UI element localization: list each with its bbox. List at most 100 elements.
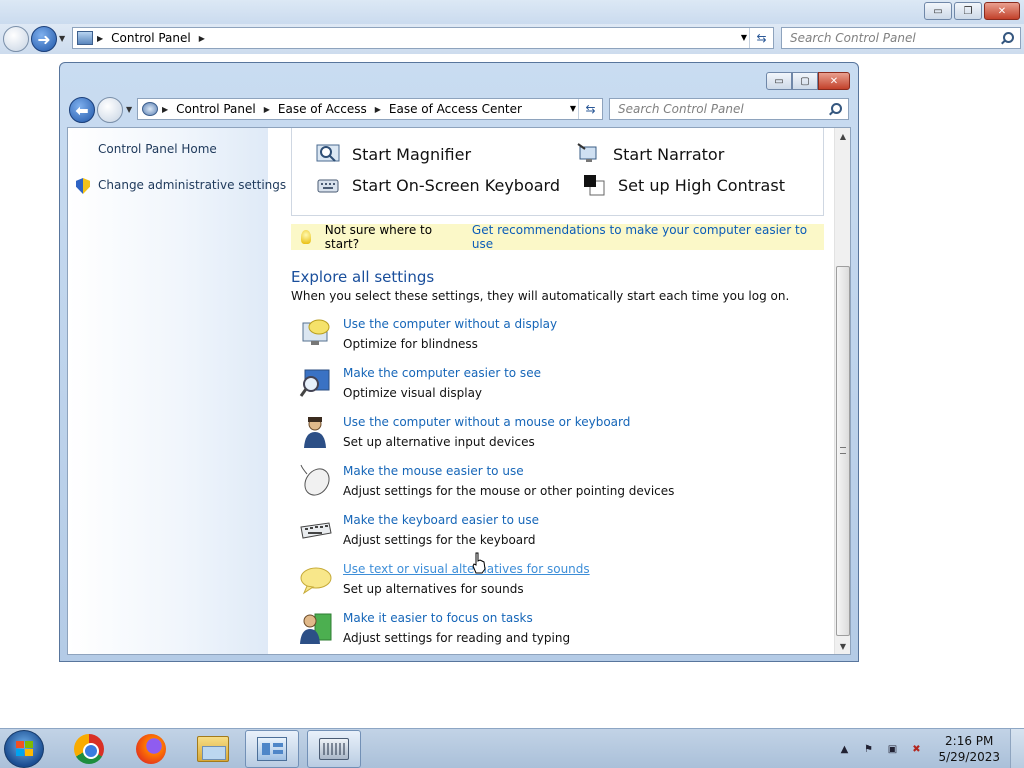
narrator-icon [577, 143, 597, 162]
window-client-area: Control Panel Home Change administrative… [67, 127, 851, 655]
vertical-scrollbar[interactable]: ▲ ▼ [834, 128, 850, 654]
taskbar-windows-explorer[interactable] [186, 730, 240, 768]
control-panel-home-link[interactable]: Control Panel Home [98, 142, 217, 156]
search-input[interactable]: Search Control Panel [609, 98, 849, 120]
person-icon [304, 417, 326, 448]
breadcrumb-control-panel[interactable]: Control Panel [176, 102, 256, 116]
bg-recent-pages-dropdown[interactable]: ▼ [59, 34, 65, 43]
uac-shield-icon [76, 178, 90, 194]
chevron-right-icon: ▶ [162, 104, 169, 114]
bg-back-button[interactable] [3, 26, 29, 52]
background-navbar: ➜ ▼ ▶ Control Panel ▶ ▼ ⇆ Search Control… [0, 24, 1024, 54]
get-recommendations-link[interactable]: Get recommendations to make your compute… [472, 223, 824, 251]
bg-forward-button[interactable]: ➜ [31, 26, 57, 52]
chevron-right-icon: ▶ [263, 104, 270, 114]
control-panel-icon [257, 737, 287, 761]
focus-on-tasks-link[interactable]: Make it easier to focus on tasks [343, 611, 533, 625]
taskbar-on-screen-keyboard[interactable] [307, 730, 361, 768]
show-hidden-icons-icon[interactable]: ▲ [836, 741, 852, 757]
action-center-flag-icon[interactable]: ⚑ [860, 741, 876, 757]
mouse-icon [300, 464, 330, 496]
main-content: Start Magnifier Start Narrator Start On-… [268, 128, 836, 654]
back-button[interactable]: ⬅ [69, 97, 95, 123]
bg-refresh-icon[interactable]: ⇆ [749, 28, 773, 48]
setting-description: Adjust settings for the mouse or other p… [343, 484, 675, 498]
close-button[interactable]: ✕ [818, 72, 850, 90]
setting-item: Make the computer easier to see Optimize… [299, 366, 819, 410]
volume-muted-icon[interactable]: ✖ [908, 741, 924, 757]
make-keyboard-easier-link[interactable]: Make the keyboard easier to use [343, 513, 539, 527]
bg-breadcrumb-control-panel[interactable]: Control Panel [111, 31, 191, 45]
start-magnifier-link[interactable]: Start Magnifier [316, 143, 471, 165]
clock-date: 5/29/2023 [938, 750, 1000, 764]
clock[interactable]: 2:16 PM 5/29/2023 [938, 733, 1000, 765]
search-icon[interactable] [1000, 31, 1014, 45]
taskbar-chrome[interactable] [62, 730, 116, 768]
breadcrumb-ease-of-access-center[interactable]: Ease of Access Center [389, 102, 522, 116]
address-bar[interactable]: ▶ Control Panel ▶ Ease of Access ▶ Ease … [137, 98, 603, 120]
quick-access-box: Start Magnifier Start Narrator Start On-… [291, 128, 824, 216]
ease-of-access-icon [142, 102, 158, 116]
scrollbar-thumb[interactable] [836, 266, 850, 636]
start-magnifier-label: Start Magnifier [352, 144, 472, 164]
setting-item: Make it easier to focus on tasks Adjust … [299, 611, 819, 654]
chevron-down-icon[interactable]: ▼ [570, 104, 576, 113]
search-placeholder: Search Control Panel [618, 102, 744, 116]
setting-item: Make the keyboard easier to use Adjust s… [299, 513, 819, 557]
magnify-monitor-icon [299, 369, 330, 397]
chevron-right-icon: ▶ [97, 33, 104, 43]
clock-time: 2:16 PM [945, 734, 994, 748]
chevron-right-icon: ▶ [374, 104, 381, 114]
start-narrator-link[interactable]: Start Narrator [577, 143, 724, 165]
start-button[interactable] [4, 730, 44, 768]
grip-icon [840, 447, 846, 454]
change-admin-settings-link[interactable]: Change administrative settings [98, 178, 286, 192]
control-panel-icon [77, 31, 93, 45]
display-speech-icon [302, 319, 330, 345]
text-visual-alternatives-link[interactable]: Use text or visual alternatives for soun… [343, 562, 590, 576]
chevron-down-icon[interactable]: ▼ [741, 33, 747, 42]
show-desktop-button[interactable] [1010, 729, 1024, 768]
setting-description: Set up alternative input devices [343, 435, 535, 449]
taskbar: ▲ ⚑ ▣ ✖ 2:16 PM 5/29/2023 [0, 728, 1024, 768]
scroll-down-arrow-icon[interactable]: ▼ [835, 638, 850, 654]
setting-item: Make the mouse easier to use Adjust sett… [299, 464, 819, 508]
taskbar-firefox[interactable] [124, 730, 178, 768]
explore-all-settings-heading: Explore all settings [291, 268, 435, 286]
refresh-icon[interactable]: ⇆ [578, 99, 602, 119]
start-on-screen-keyboard-link[interactable]: Start On-Screen Keyboard [316, 174, 560, 196]
recent-pages-dropdown[interactable]: ▼ [126, 105, 132, 114]
search-icon[interactable] [828, 102, 842, 116]
set-up-high-contrast-link[interactable]: Set up High Contrast [582, 174, 785, 196]
use-without-mouse-keyboard-link[interactable]: Use the computer without a mouse or keyb… [343, 415, 630, 429]
forward-button[interactable] [97, 97, 123, 123]
setting-description: Optimize for blindness [343, 337, 478, 351]
bg-restore-button[interactable]: ❐ [954, 2, 982, 20]
minimize-button[interactable]: ▭ [766, 72, 792, 90]
breadcrumb-ease-of-access[interactable]: Ease of Access [278, 102, 367, 116]
scroll-up-arrow-icon[interactable]: ▲ [835, 128, 850, 144]
make-easier-to-see-link[interactable]: Make the computer easier to see [343, 366, 541, 380]
navigation-bar: ⬅ ▼ ▶ Control Panel ▶ Ease of Access ▶ E… [60, 93, 858, 127]
bg-minimize-button[interactable]: ▭ [924, 2, 952, 20]
maximize-button[interactable]: ▢ [792, 72, 818, 90]
network-icon[interactable]: ▣ [884, 741, 900, 757]
taskbar-control-panel[interactable] [245, 730, 299, 768]
use-without-display-link[interactable]: Use the computer without a display [343, 317, 557, 331]
bg-search-placeholder: Search Control Panel [790, 31, 916, 45]
setting-item: Use text or visual alternatives for soun… [299, 562, 819, 606]
firefox-icon [136, 734, 166, 764]
left-nav-pane: Control Panel Home Change administrative… [68, 128, 286, 654]
magnifier-icon [316, 144, 340, 162]
window-buttons: ▭ ▢ ✕ [766, 72, 850, 90]
make-mouse-easier-link[interactable]: Make the mouse easier to use [343, 464, 524, 478]
keyboard-icon [300, 522, 332, 539]
windows-logo-icon [16, 741, 34, 757]
background-window-buttons: ▭ ❐ ✕ [924, 2, 1020, 20]
set-up-high-contrast-label: Set up High Contrast [618, 175, 785, 195]
start-on-screen-keyboard-label: Start On-Screen Keyboard [352, 175, 560, 195]
bg-search-input[interactable]: Search Control Panel [781, 27, 1021, 49]
bg-address-bar[interactable]: ▶ Control Panel ▶ ▼ ⇆ [72, 27, 774, 49]
bg-close-button[interactable]: ✕ [984, 2, 1020, 20]
lightbulb-icon [301, 230, 311, 244]
